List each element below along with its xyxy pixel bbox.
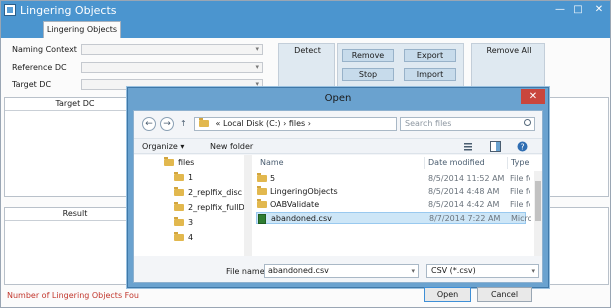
address-separator: › [307, 119, 311, 128]
detect-group[interactable]: Detect [278, 43, 335, 88]
naming-context-combo[interactable]: ▾ [81, 44, 263, 55]
new-folder-button[interactable]: New folder [210, 142, 253, 151]
folder-icon [174, 232, 184, 241]
folder-icon [257, 173, 267, 182]
remove-all-group[interactable]: Remove All [471, 43, 545, 88]
folder-icon [257, 186, 267, 195]
close-button[interactable]: ✕ [588, 3, 610, 17]
chevron-down-icon: ▾ [255, 45, 259, 53]
tree-item-files[interactable]: files [164, 157, 194, 169]
organize-menu[interactable]: Organize ▾ [142, 142, 184, 151]
address-segment-files[interactable]: files [289, 119, 305, 128]
search-icon [524, 119, 531, 126]
tree-item-4[interactable]: 4 [174, 232, 193, 244]
app-icon [4, 4, 16, 16]
import-button[interactable]: Import [404, 68, 456, 81]
title-bar: Lingering Objects — □ ✕ [1, 1, 610, 20]
search-input[interactable]: Search files [400, 117, 535, 131]
csv-file-icon [258, 214, 266, 224]
dialog-toolbar: Organize ▾ New folder ? [134, 138, 542, 154]
dialog-body: ← → ↑ « Local Disk (C:) › files › Search… [133, 110, 543, 302]
file-type-select[interactable]: CSV (*.csv) ▾ [426, 264, 539, 278]
open-button[interactable]: Open [424, 287, 471, 302]
folder-icon [174, 172, 184, 181]
preview-pane-icon[interactable] [490, 141, 501, 152]
maximize-button[interactable]: □ [567, 3, 589, 17]
view-options-icon[interactable] [464, 141, 475, 152]
back-button[interactable]: ← [142, 117, 156, 131]
column-divider[interactable] [507, 157, 508, 169]
chevron-down-icon[interactable]: ▾ [411, 265, 415, 277]
file-row-5[interactable]: 5 8/5/2014 11:52 AM File fol [256, 173, 530, 185]
open-dialog: Open ✕ ← → ↑ « Local Disk (C:) › files ›… [127, 87, 549, 302]
action-group: Remove Stop Export Import [337, 43, 464, 88]
tab-lingering-objects[interactable]: Lingering Objects [43, 21, 121, 38]
folder-tree[interactable]: files 1 2_replfix_disc 2_replfix_fullD 3… [134, 155, 252, 256]
folder-icon [199, 118, 209, 127]
file-name-label: File name: [226, 267, 268, 276]
address-separator: › [283, 119, 287, 128]
folder-icon [257, 199, 267, 208]
naming-context-label: Naming Context [12, 45, 77, 54]
export-button[interactable]: Export [404, 49, 456, 62]
address-prefix: « [215, 119, 221, 128]
folder-icon [174, 202, 184, 211]
tree-item-2-replfix-disc[interactable]: 2_replfix_disc [174, 187, 242, 199]
chevron-down-icon: ▾ [255, 63, 259, 71]
file-name-input[interactable]: abandoned.csv ▾ [264, 264, 419, 278]
column-divider[interactable] [424, 157, 425, 169]
dialog-close-button[interactable]: ✕ [521, 89, 545, 104]
folder-icon [174, 217, 184, 226]
file-list-scrollbar[interactable] [534, 171, 542, 256]
status-text: Number of Lingering Objects Fou [7, 291, 139, 300]
grid-header-result[interactable]: Result [5, 208, 146, 221]
file-row-oabvalidate[interactable]: OABValidate 8/5/2014 4:42 AM File fol [256, 199, 530, 211]
target-dc-label: Target DC [12, 80, 52, 89]
tree-item-1[interactable]: 1 [174, 172, 193, 184]
dialog-title: Open [324, 93, 352, 104]
file-type-value: CSV (*.csv) [431, 266, 476, 275]
address-bar[interactable]: « Local Disk (C:) › files › [194, 117, 397, 131]
file-name-value: abandoned.csv [268, 266, 329, 275]
column-header-type[interactable]: Type [511, 158, 529, 167]
file-list[interactable]: Name Date modified Type 5 8/5/2014 11:52… [252, 155, 542, 256]
address-segment-drive[interactable]: Local Disk (C:) [223, 119, 281, 128]
detect-button[interactable]: Detect [279, 46, 336, 55]
scrollbar-thumb[interactable] [535, 181, 541, 221]
reference-dc-combo[interactable]: ▾ [81, 62, 263, 73]
folder-icon [174, 187, 184, 196]
grid-header-target-dc[interactable]: Target DC [5, 98, 146, 111]
cancel-button[interactable]: Cancel [477, 287, 532, 302]
forward-button[interactable]: → [160, 117, 174, 131]
stop-button[interactable]: Stop [342, 68, 394, 81]
file-row-lingeringobjects[interactable]: LingeringObjects 8/5/2014 4:48 AM File f… [256, 186, 530, 198]
remove-all-button[interactable]: Remove All [472, 46, 546, 55]
column-header-date[interactable]: Date modified [428, 158, 485, 167]
tree-item-3[interactable]: 3 [174, 217, 193, 229]
tree-item-2-replfix-fulld[interactable]: 2_replfix_fullD [174, 202, 245, 214]
svg-text:?: ? [520, 142, 524, 151]
column-header-name[interactable]: Name [260, 158, 284, 167]
chevron-down-icon: ▾ [531, 267, 535, 275]
window-title: Lingering Objects [20, 4, 117, 17]
up-button[interactable]: ↑ [180, 119, 187, 128]
file-row-abandoned-csv[interactable]: abandoned.csv 8/7/2014 7:22 AM Micros [256, 212, 531, 224]
tree-scrollbar[interactable] [244, 155, 252, 256]
reference-dc-label: Reference DC [12, 63, 67, 72]
help-icon[interactable]: ? [517, 141, 528, 152]
folder-icon [164, 157, 174, 166]
remove-button[interactable]: Remove [342, 49, 394, 62]
